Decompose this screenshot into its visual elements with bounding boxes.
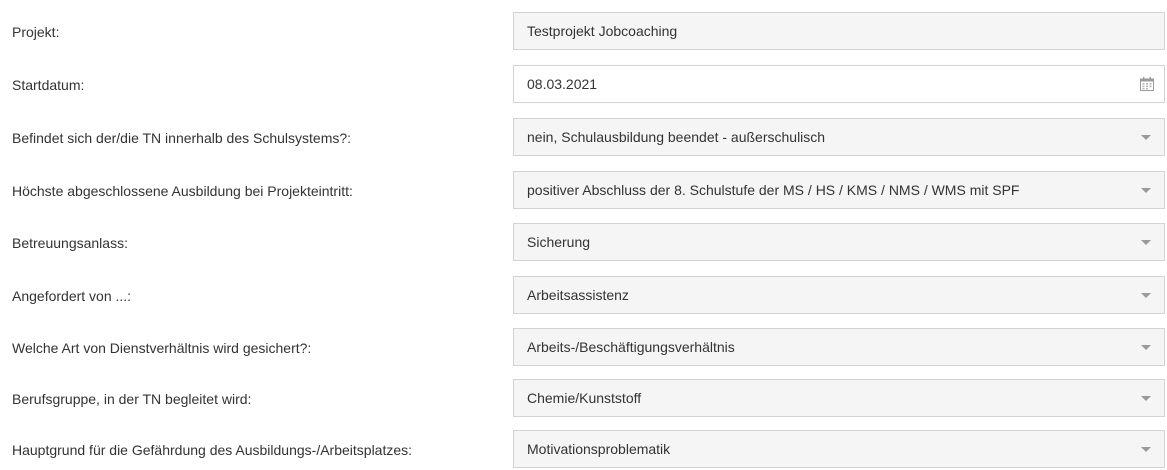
calendar-icon[interactable] [1139, 76, 1155, 92]
form-row-projekt: Projekt: Testprojekt Jobcoaching [0, 12, 1167, 52]
field-label: Höchste abgeschlossene Ausbildung bei Pr… [12, 183, 353, 199]
selected-value: Arbeitsassistenz [527, 287, 629, 303]
field-label: Betreuungsanlass: [12, 235, 128, 251]
selected-value: Chemie/Kunststoff [527, 390, 642, 406]
field-value: Testprojekt Jobcoaching [527, 23, 678, 39]
selected-value: Motivationsproblematik [527, 441, 671, 457]
selected-value: Arbeits-/Beschäftigungsverhältnis [527, 339, 735, 355]
field-label: Welche Art von Dienstverhältnis wird ges… [12, 340, 312, 356]
chevron-down-icon [1141, 240, 1151, 245]
field-label: Befindet sich der/die TN innerhalb des S… [12, 130, 352, 146]
form-row-ausbildung: Höchste abgeschlossene Ausbildung bei Pr… [0, 171, 1167, 211]
form-row-hauptgrund: Hauptgrund für die Gefährdung des Ausbil… [0, 430, 1167, 470]
ausbildung-select[interactable]: positiver Abschluss der 8. Schulstufe de… [513, 171, 1165, 209]
field-label: Startdatum: [12, 77, 85, 93]
form-row-betreuungsanlass: Betreuungsanlass: Sicherung [0, 223, 1167, 263]
field-label: Berufsgruppe, in der TN begleitet wird: [12, 391, 252, 407]
berufsgruppe-select[interactable]: Chemie/Kunststoff [513, 379, 1165, 417]
form-row-schulsystem: Befindet sich der/die TN innerhalb des S… [0, 118, 1167, 158]
form-row-berufsgruppe: Berufsgruppe, in der TN begleitet wird: … [0, 379, 1167, 419]
field-label: Hauptgrund für die Gefährdung des Ausbil… [12, 442, 413, 458]
hauptgrund-select[interactable]: Motivationsproblematik [513, 430, 1165, 468]
field-value: 08.03.2021 [527, 76, 598, 92]
schulsystem-select[interactable]: nein, Schulausbildung beendet - außersch… [513, 118, 1165, 156]
chevron-down-icon [1141, 345, 1151, 350]
form-row-dienstverhaeltnis: Welche Art von Dienstverhältnis wird ges… [0, 328, 1167, 368]
form-row-startdatum: Startdatum: 08.03.2021 [0, 65, 1167, 105]
angefordert-select[interactable]: Arbeitsassistenz [513, 276, 1165, 314]
betreuungsanlass-select[interactable]: Sicherung [513, 223, 1165, 261]
selected-value: positiver Abschluss der 8. Schulstufe de… [527, 182, 1020, 198]
form-row-angefordert: Angefordert von ...: Arbeitsassistenz [0, 276, 1167, 316]
selected-value: Sicherung [527, 234, 591, 250]
field-label: Projekt: [12, 24, 60, 40]
projekt-field[interactable]: Testprojekt Jobcoaching [513, 12, 1165, 50]
chevron-down-icon [1141, 188, 1151, 193]
chevron-down-icon [1141, 447, 1151, 452]
dienstverhaeltnis-select[interactable]: Arbeits-/Beschäftigungsverhältnis [513, 328, 1165, 366]
chevron-down-icon [1141, 396, 1151, 401]
chevron-down-icon [1141, 293, 1151, 298]
field-label: Angefordert von ...: [12, 288, 132, 304]
selected-value: nein, Schulausbildung beendet - außersch… [527, 129, 826, 145]
startdatum-field[interactable]: 08.03.2021 [513, 65, 1165, 103]
chevron-down-icon [1141, 135, 1151, 140]
